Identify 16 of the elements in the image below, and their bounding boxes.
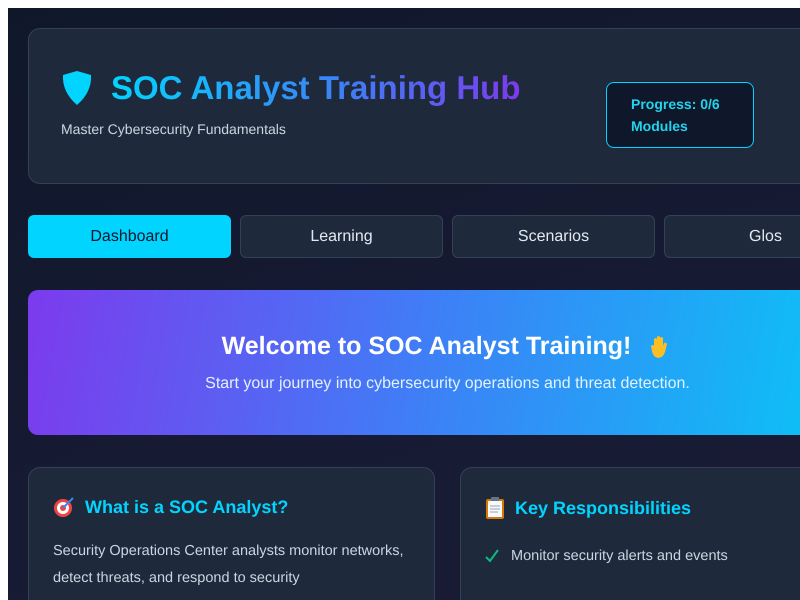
check-icon [485,549,499,563]
shield-icon [61,70,93,106]
nav-tab[interactable]: Learning [240,215,443,258]
nav-tab[interactable]: Dashboard [28,215,231,258]
clipboard-icon [485,496,505,520]
card-text: Security Operations Center analysts monitor networks, detect threats, and respond to security [53,542,405,588]
banner-title: Welcome to SOC Analyst Training! [222,332,632,361]
progress-badge: Progress: 0/6 Modules [606,82,754,148]
nav-tab[interactable]: Scenarios [452,215,655,258]
responsibility-text: Monitor security alerts and events [511,548,728,564]
banner-text: Start your journey into cybersecurity operations and threat detection. [205,375,690,393]
app-subtitle: Master Cybersecurity Fundamentals [61,121,287,137]
card-title: What is a SOC Analyst? [85,496,288,518]
nav-tab[interactable]: Glos [664,215,800,258]
target-icon [53,496,75,518]
card-title: Key Responsibilities [515,498,692,518]
